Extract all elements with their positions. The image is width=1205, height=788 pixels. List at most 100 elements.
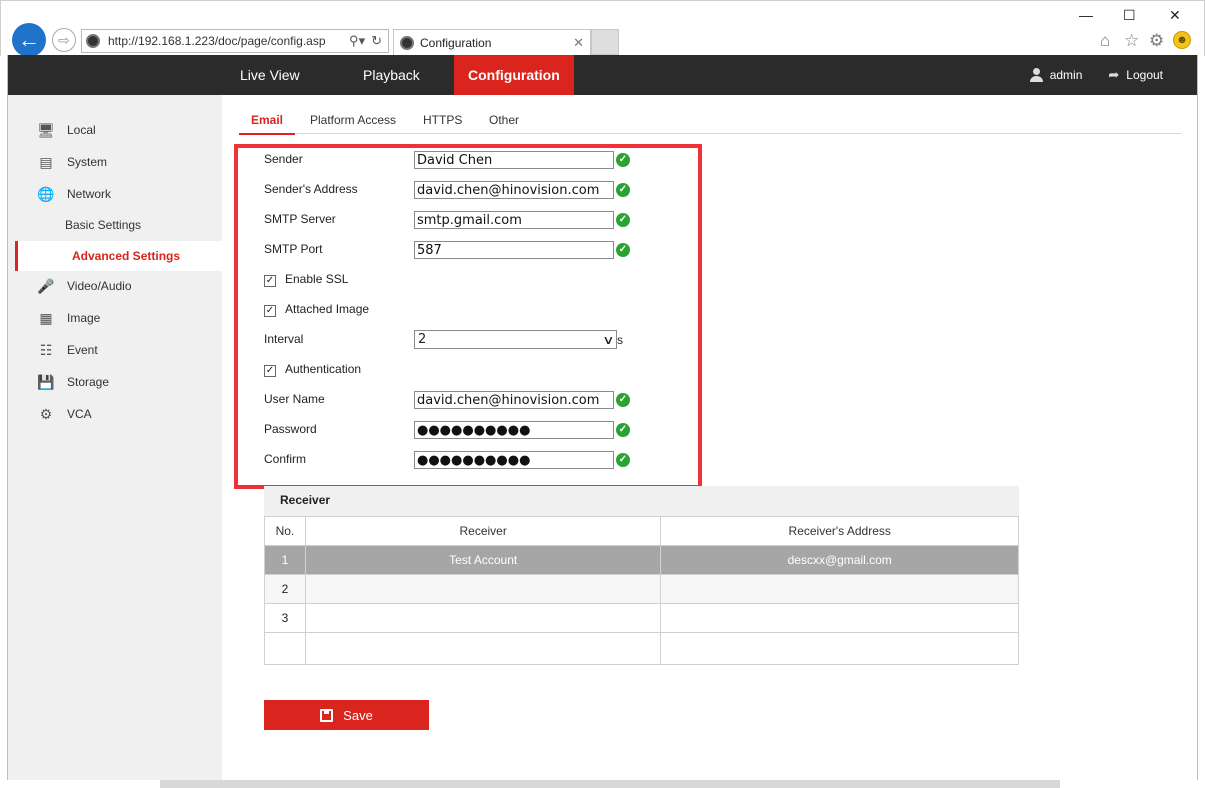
settings-icon[interactable]: ⚙ <box>1149 31 1164 51</box>
sidebar-item-local[interactable]: 🖥 Local <box>8 115 222 145</box>
image-icon: ▦ <box>39 309 53 326</box>
attached-image-checkbox[interactable]: ✓ <box>264 305 276 317</box>
table-header-row: No. Receiver Receiver's Address <box>264 516 1019 546</box>
new-tab-button[interactable] <box>591 29 619 55</box>
config-subtabs: Email Platform Access HTTPS Other <box>239 106 1181 135</box>
tab-email[interactable]: Email <box>239 106 296 135</box>
logout-link[interactable]: Logout <box>1126 68 1163 82</box>
sidebar: 🖥 Local ▤ System 🌐 Network Basic Setting… <box>8 95 222 780</box>
maximize-icon[interactable]: ☐ <box>1123 7 1136 24</box>
sender-address-field[interactable] <box>414 181 614 199</box>
smtp-port-field[interactable] <box>414 241 614 259</box>
receiver-section-title: Receiver <box>264 486 1019 516</box>
confirm-label: Confirm <box>264 452 307 466</box>
sidebar-item-image[interactable]: ▦ Image <box>8 303 222 333</box>
smiley-icon[interactable]: ☻ <box>1173 31 1191 49</box>
cell-no: 2 <box>264 574 306 604</box>
cell-receiver[interactable] <box>304 603 662 633</box>
table-row[interactable]: 3 <box>264 603 1019 633</box>
valid-check-icon: ✓ <box>616 453 630 467</box>
password-field[interactable] <box>414 421 614 439</box>
sidebar-item-basic-settings[interactable]: Basic Settings <box>8 210 222 240</box>
nav-configuration[interactable]: Configuration <box>454 55 574 95</box>
window-bottom-frame <box>0 780 1205 788</box>
username-field[interactable] <box>414 391 614 409</box>
calendar-icon: ☷ <box>39 341 53 358</box>
sidebar-item-vca[interactable]: ⚙ VCA <box>8 399 222 429</box>
username-label: User Name <box>264 392 325 406</box>
attached-image-label: Attached Image <box>285 302 370 316</box>
bottom-shadow <box>160 780 1060 788</box>
home-icon[interactable]: ⌂ <box>1100 31 1110 51</box>
nav-live-view[interactable]: Live View <box>240 55 300 95</box>
tab-title: Configuration <box>420 35 492 50</box>
smtp-server-label: SMTP Server <box>264 212 336 226</box>
cell-receiver[interactable] <box>304 574 662 604</box>
cell-receiver[interactable]: Test Account <box>304 545 662 575</box>
sidebar-item-video-audio[interactable]: 🎤 Video/Audio <box>8 271 222 301</box>
address-bar[interactable]: http://192.168.1.223/doc/page/config.asp… <box>81 29 389 53</box>
table-row[interactable]: 2 <box>264 574 1019 604</box>
cell-no: 3 <box>264 603 306 633</box>
enable-ssl-checkbox[interactable]: ✓ <box>264 275 276 287</box>
sender-field[interactable] <box>414 151 614 169</box>
password-label: Password <box>264 422 317 436</box>
minimize-icon[interactable]: — <box>1079 7 1093 23</box>
sidebar-item-label: Storage <box>67 375 110 389</box>
sidebar-item-label: Network <box>67 187 112 201</box>
search-icon[interactable]: ⚲▾ <box>349 33 365 49</box>
cell-address[interactable] <box>660 632 1019 665</box>
tab-site-icon <box>400 35 414 50</box>
close-window-icon[interactable]: ✕ <box>1169 7 1181 24</box>
forward-icon[interactable]: ⇨ <box>52 28 76 52</box>
column-header-receiver: Receiver <box>304 516 662 546</box>
interval-unit: s <box>617 333 623 347</box>
confirm-password-field[interactable] <box>414 451 614 469</box>
interval-select[interactable]: 2 ∨ <box>414 330 617 349</box>
sidebar-item-label: Event <box>67 343 98 357</box>
table-row[interactable]: 1 Test Account descxx@gmail.com <box>264 545 1019 575</box>
vca-icon: ⚙ <box>39 405 53 422</box>
back-icon[interactable]: ← <box>12 23 46 57</box>
refresh-icon[interactable]: ↻ <box>371 33 382 49</box>
sidebar-item-storage[interactable]: 💾 Storage <box>8 367 222 397</box>
tab-other[interactable]: Other <box>489 106 519 134</box>
cell-address[interactable] <box>660 574 1019 604</box>
sidebar-item-advanced-settings[interactable]: Advanced Settings <box>15 241 222 271</box>
system-icon: ▤ <box>39 153 53 170</box>
tab-close-icon[interactable]: ✕ <box>573 35 584 51</box>
valid-check-icon: ✓ <box>616 423 630 437</box>
sidebar-item-network[interactable]: 🌐 Network <box>8 179 222 209</box>
authentication-label: Authentication <box>285 362 362 376</box>
sender-address-label: Sender's Address <box>264 182 358 196</box>
frame-right-border <box>1197 55 1198 780</box>
cell-address[interactable] <box>660 603 1019 633</box>
column-header-address: Receiver's Address <box>660 516 1019 546</box>
interval-label: Interval <box>264 332 304 346</box>
tab-https[interactable]: HTTPS <box>423 106 462 134</box>
user-area: admin ➦ Logout <box>1029 55 1163 95</box>
url-text[interactable]: http://192.168.1.223/doc/page/config.asp <box>108 34 349 48</box>
nav-playback[interactable]: Playback <box>363 55 420 95</box>
username-text: admin <box>1049 68 1083 82</box>
microphone-icon: 🎤 <box>37 277 55 294</box>
sidebar-item-label: Image <box>67 311 101 325</box>
sidebar-item-event[interactable]: ☷ Event <box>8 335 222 365</box>
tab-platform-access[interactable]: Platform Access <box>310 106 396 134</box>
top-navigation: Live View Playback Configuration admin ➦… <box>8 55 1197 95</box>
authentication-checkbox[interactable]: ✓ <box>264 365 276 377</box>
sidebar-item-label: Video/Audio <box>67 279 132 293</box>
logout-icon[interactable]: ➦ <box>1108 67 1119 83</box>
table-row[interactable] <box>264 632 1019 665</box>
cell-receiver[interactable] <box>304 632 662 665</box>
smtp-server-field[interactable] <box>414 211 614 229</box>
valid-check-icon: ✓ <box>616 213 630 227</box>
save-button[interactable]: Save <box>264 700 429 730</box>
valid-check-icon: ✓ <box>616 153 630 167</box>
browser-tab[interactable]: Configuration ✕ <box>393 29 591 55</box>
star-icon[interactable]: ☆ <box>1124 31 1139 51</box>
cell-address[interactable]: descxx@gmail.com <box>660 545 1019 575</box>
sidebar-item-system[interactable]: ▤ System <box>8 147 222 177</box>
cell-no <box>264 632 306 665</box>
globe-icon: 🌐 <box>37 185 55 202</box>
